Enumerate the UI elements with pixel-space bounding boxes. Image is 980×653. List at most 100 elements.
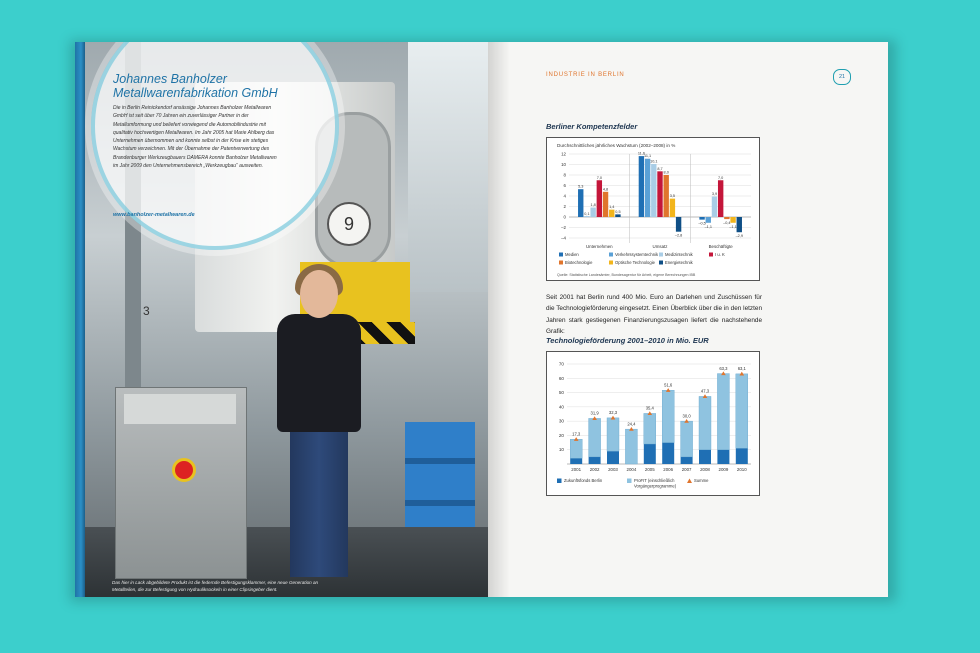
sum-marker (610, 415, 616, 420)
bar (657, 171, 663, 217)
x-category-label: Umsatz (653, 244, 668, 249)
page-edge (75, 42, 85, 597)
legend-swatch (559, 252, 563, 257)
y-tick-label: 2 (564, 204, 567, 209)
bar (717, 180, 724, 217)
y-tick-label: 20 (559, 433, 565, 438)
side-machine-label: 3 (143, 304, 150, 318)
y-tick-label: 6 (564, 183, 567, 188)
y-tick-label: 12 (561, 152, 566, 157)
data-label: –1,1 (705, 225, 712, 229)
bar-zukunftsfonds (699, 449, 711, 464)
legend-label: I u. K (715, 252, 725, 257)
y-tick-label: 70 (559, 362, 565, 367)
data-label: 7,0 (718, 176, 723, 180)
growth-chart-svg: Durchschnittliches jährliches Wachstum (… (557, 143, 751, 277)
data-label: 8,0 (664, 171, 669, 175)
sum-label: 17,3 (572, 431, 581, 436)
bar-profit (606, 417, 620, 452)
bar (596, 180, 603, 217)
sum-label: 51,6 (664, 382, 673, 387)
bar (736, 217, 742, 233)
sum-label: 31,9 (591, 411, 600, 416)
bar-profit (661, 390, 675, 443)
sum-marker (573, 437, 579, 441)
sum-label: 35,4 (646, 406, 655, 411)
legend-label: Biotechnologie (565, 260, 593, 265)
bar-zukunftsfonds (680, 456, 693, 464)
bar-zukunftsfonds (570, 458, 583, 464)
legend-swatch (709, 252, 713, 257)
legend-swatch (659, 260, 663, 265)
bar-zukunftsfonds (607, 451, 619, 464)
legend-label: ProFIT (einschließlich (634, 478, 675, 483)
y-tick-label: 4 (564, 194, 567, 199)
bar (724, 217, 730, 220)
y-tick-label: –4 (561, 236, 566, 241)
y-tick-label: 0 (564, 215, 567, 220)
sum-marker (629, 426, 634, 431)
data-label: 10,1 (650, 159, 657, 163)
data-label: 5,3 (578, 185, 583, 189)
data-label: 3,5 (670, 194, 675, 198)
person-legs (290, 427, 348, 577)
page-number: 21 (833, 69, 851, 85)
bar (578, 189, 584, 217)
bar (705, 217, 711, 223)
company-url[interactable]: www.banholzer-metallwaren.de (113, 212, 195, 218)
x-tick-label: 2010 (737, 467, 747, 472)
legend-label: Energietechnik (665, 260, 694, 265)
bar (730, 217, 736, 223)
bar-zukunftsfonds (588, 456, 601, 464)
right-page: Industrie in Berlin 21 Berliner Kompeten… (488, 42, 888, 597)
legend-swatch (559, 260, 563, 265)
chart-funding: 70 60 50 40 30 20 10 17,3 2001 31,9 2002 32,3 2003 24… (546, 351, 760, 496)
legend-swatch (627, 478, 632, 483)
section-title-kompetenzfelder: Berliner Kompetenzfelder (546, 122, 638, 131)
legend-label: Optische Technologie (615, 260, 656, 265)
sum-label: 63,3 (719, 366, 728, 371)
sum-label: 24,4 (627, 421, 636, 426)
bar-profit (588, 418, 601, 458)
y-tick-label: 30 (559, 419, 565, 424)
sum-marker (592, 416, 597, 421)
bar (711, 196, 718, 217)
data-label: 7,0 (597, 176, 602, 180)
machine-gauge: 9 (327, 202, 371, 246)
data-label: 0,5 (615, 210, 620, 214)
bar-zukunftsfonds (735, 448, 748, 464)
legend-swatch (659, 252, 663, 257)
emergency-stop-icon (172, 458, 196, 482)
sum-label: 30,0 (683, 413, 692, 418)
legend-swatch (687, 478, 692, 483)
data-label: –1,1 (729, 225, 736, 229)
y-tick-label: 60 (559, 376, 565, 381)
bar (663, 175, 669, 217)
data-label: 1,8 (590, 203, 595, 207)
data-label: 0,1 (584, 212, 589, 216)
running-head: Industrie in Berlin (546, 72, 625, 78)
legend-label: Summe (694, 478, 709, 483)
legend-label: Medien (565, 252, 579, 257)
sum-marker (721, 371, 726, 376)
x-tick-label: 2008 (700, 467, 710, 472)
legend-swatch (557, 478, 562, 483)
y-tick-label: 8 (564, 173, 567, 178)
x-tick-label: 2002 (590, 467, 600, 472)
control-console (115, 387, 247, 579)
legend-swatch (609, 252, 613, 257)
data-label: 1,4 (609, 205, 614, 209)
bar (584, 216, 590, 217)
y-tick-label: 10 (559, 447, 565, 452)
x-tick-label: 2004 (627, 467, 637, 472)
sum-label: 63,1 (738, 366, 747, 371)
bar-profit (625, 428, 638, 465)
data-label: 11,1 (644, 154, 651, 158)
bar-profit (698, 396, 712, 450)
y-tick-label: 10 (561, 162, 566, 167)
sum-marker (647, 411, 653, 416)
company-text: Die in Berlin Reinickendorf ansässige Jo… (113, 105, 277, 170)
data-label: –2,8 (675, 234, 682, 238)
bar (609, 209, 615, 217)
funding-chart-svg: 7060504030201017,3200131,9200232,3200324… (557, 362, 751, 489)
